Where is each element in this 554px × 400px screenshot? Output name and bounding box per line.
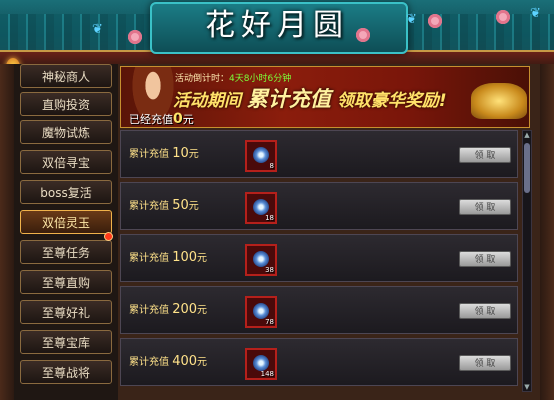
sidebar-item-boss-revive[interactable]: boss复活: [20, 180, 112, 204]
sidebar-item-supreme-gift[interactable]: 至尊好礼: [20, 300, 112, 324]
scrollbar[interactable]: ▲ ▼: [522, 130, 532, 392]
reward-list: 累计充值 10元 8 领 取 累计充值 50元 18 领 取 累计充值 100元…: [120, 130, 520, 392]
reward-label: 累计充值: [129, 149, 169, 160]
reward-unit: 元: [188, 149, 199, 160]
item-quantity: 148: [260, 370, 274, 378]
reward-amount: 400: [172, 354, 198, 369]
claim-button[interactable]: 领 取: [459, 147, 511, 163]
item-quantity: 78: [265, 318, 274, 326]
slogan-main: 累计充值: [246, 87, 331, 111]
gem-icon: [253, 303, 269, 319]
reward-unit: 元: [188, 201, 199, 212]
claim-button[interactable]: 领 取: [459, 251, 511, 267]
sidebar-item-direct-invest[interactable]: 直购投资: [20, 92, 112, 116]
butterfly-icon: ❦: [92, 22, 103, 37]
reward-item-slot[interactable]: 38: [245, 244, 277, 276]
reward-item-slot[interactable]: 78: [245, 296, 277, 328]
gem-icon: [253, 147, 269, 163]
header-roof: 花好月圆 ❦ ❦ ❦: [0, 0, 554, 64]
sidebar-item-label: 双倍寻宝: [41, 156, 90, 170]
claim-button[interactable]: 领 取: [459, 355, 511, 371]
sidebar-item-label: 至尊任务: [41, 246, 90, 260]
sidebar-item-supreme-task[interactable]: 至尊任务: [20, 240, 112, 264]
sidebar-item-label: 至尊宝库: [41, 336, 90, 350]
sidebar-item-supreme-general[interactable]: 至尊战将: [20, 360, 112, 384]
flower-icon: [496, 10, 510, 24]
reward-threshold: 累计充值 10元: [129, 145, 199, 161]
sidebar-item-label: 神秘商人: [41, 70, 90, 84]
reward-threshold: 累计充值 50元: [129, 197, 199, 213]
sidebar-item-supreme-direct-buy[interactable]: 至尊直购: [20, 270, 112, 294]
charged-value: 0: [173, 111, 183, 127]
sidebar-item-label: 至尊好礼: [41, 306, 90, 320]
event-banner: 活动倒计时：4天8小时6分钟 活动期间 累计充值 领取豪华奖励! 已经充值0元: [120, 66, 530, 128]
item-quantity: 38: [265, 266, 274, 274]
frame-left: [0, 64, 14, 400]
frame-right: [540, 64, 554, 400]
reward-row: 累计充值 100元 38 领 取: [120, 234, 518, 282]
flower-icon: [428, 14, 442, 28]
reward-label: 累计充值: [129, 305, 169, 316]
reward-row: 累计充值 400元 148 领 取: [120, 338, 518, 386]
charged-unit: 元: [182, 113, 194, 126]
reward-unit: 元: [197, 357, 208, 368]
reward-amount: 50: [172, 198, 189, 213]
reward-label: 累计充值: [129, 253, 169, 264]
butterfly-icon: ❦: [406, 12, 417, 27]
scroll-down-icon[interactable]: ▼: [523, 383, 531, 391]
sidebar-item-double-treasure[interactable]: 双倍寻宝: [20, 150, 112, 174]
sidebar: 神秘商人 直购投资 魔物试炼 双倍寻宝 boss复活 双倍灵玉 至尊任务 至尊直…: [14, 64, 118, 400]
sidebar-item-label: 至尊战将: [41, 366, 90, 380]
sidebar-item-label: 直购投资: [41, 98, 90, 112]
slogan-prefix: 活动期间: [173, 91, 241, 111]
reward-row: 累计充值 200元 78 领 取: [120, 286, 518, 334]
reward-threshold: 累计充值 200元: [129, 301, 207, 317]
reward-item-slot[interactable]: 8: [245, 140, 277, 172]
charged-amount: 已经充值0元: [129, 111, 194, 127]
claim-button[interactable]: 领 取: [459, 199, 511, 215]
gem-icon: [253, 199, 269, 215]
sidebar-item-label: 魔物试炼: [41, 126, 90, 140]
sidebar-item-label: 双倍灵玉: [41, 216, 90, 230]
reward-threshold: 累计充值 400元: [129, 353, 207, 369]
reward-amount: 10: [172, 146, 189, 161]
reward-unit: 元: [197, 305, 208, 316]
sidebar-item-mysterious-merchant[interactable]: 神秘商人: [20, 64, 112, 88]
reward-amount: 200: [172, 302, 198, 317]
reward-label: 累计充值: [129, 201, 169, 212]
reward-label: 累计充值: [129, 357, 169, 368]
claim-button[interactable]: 领 取: [459, 303, 511, 319]
scroll-up-icon[interactable]: ▲: [523, 131, 531, 139]
notification-dot: [104, 232, 113, 241]
flower-icon: [128, 30, 142, 44]
reward-row: 累计充值 10元 8 领 取: [120, 130, 518, 178]
reward-amount: 100: [172, 250, 198, 265]
sidebar-item-monster-trial[interactable]: 魔物试炼: [20, 120, 112, 144]
reward-unit: 元: [197, 253, 208, 264]
slogan-suffix: 领取豪华奖励!: [336, 91, 447, 111]
reward-row: 累计充值 50元 18 领 取: [120, 182, 518, 230]
gold-ingot-image: [471, 83, 527, 119]
butterfly-icon: ❦: [530, 6, 541, 21]
scroll-thumb[interactable]: [524, 143, 530, 193]
sidebar-item-supreme-vault[interactable]: 至尊宝库: [20, 330, 112, 354]
banner-slogan: 活动期间 累计充值 领取豪华奖励!: [173, 83, 447, 113]
gem-icon: [253, 355, 269, 371]
reward-item-slot[interactable]: 148: [245, 348, 277, 380]
item-quantity: 8: [269, 162, 274, 170]
charged-label: 已经充值: [129, 113, 173, 126]
sidebar-item-label: boss复活: [40, 186, 92, 200]
reward-threshold: 累计充值 100元: [129, 249, 207, 265]
flower-icon: [356, 28, 370, 42]
sidebar-item-double-spirit-jade[interactable]: 双倍灵玉: [20, 210, 112, 234]
reward-item-slot[interactable]: 18: [245, 192, 277, 224]
sidebar-item-label: 至尊直购: [41, 276, 90, 290]
gem-icon: [253, 251, 269, 267]
item-quantity: 18: [265, 214, 274, 222]
